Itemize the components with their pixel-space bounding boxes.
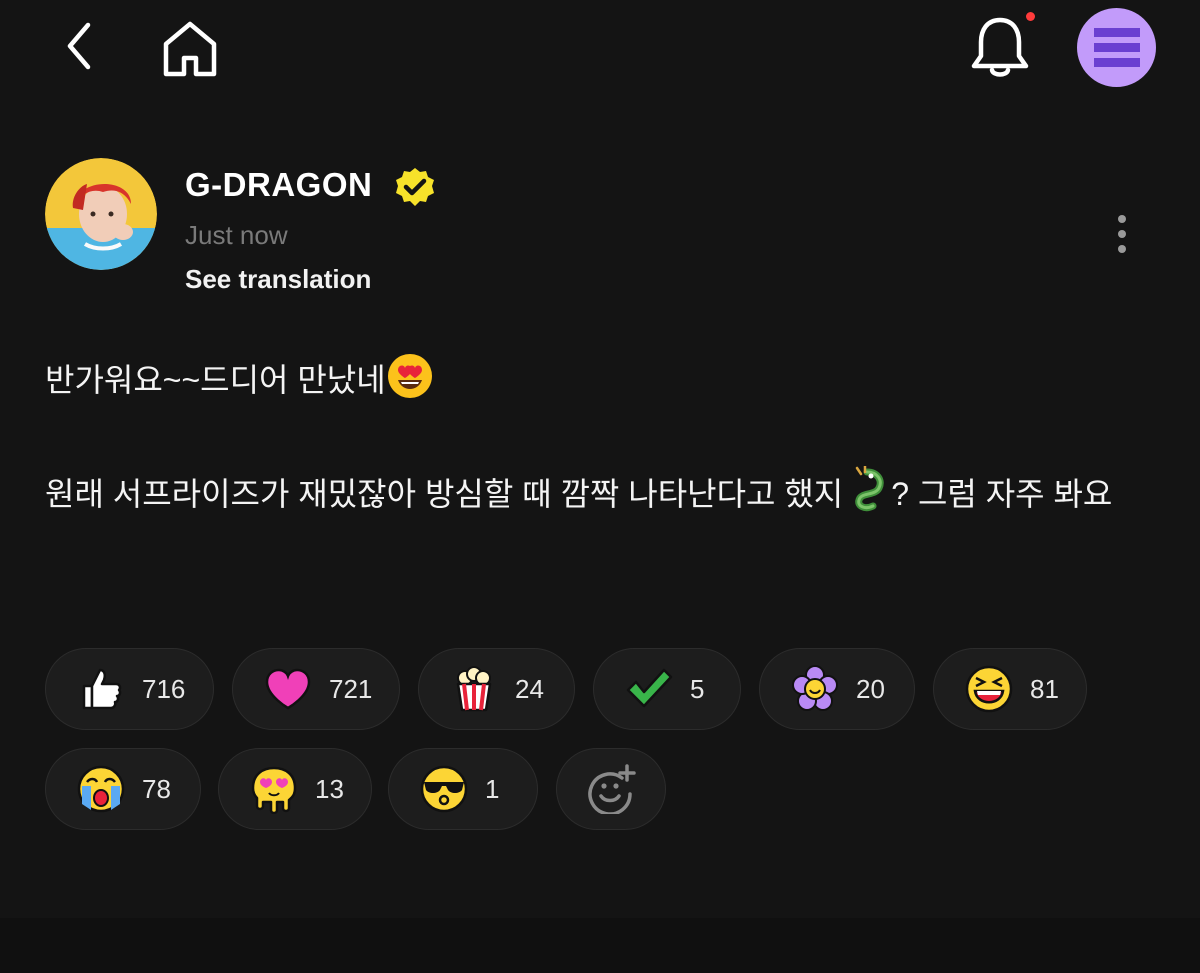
post-text-end: ? 그럼 자주 봐요: [891, 476, 1113, 512]
post-text-line: 반가워요~~드디어 만났네: [45, 352, 1155, 408]
menu-button[interactable]: [1077, 8, 1156, 87]
reaction-count: 24: [515, 673, 544, 704]
reaction-flower[interactable]: 20: [759, 648, 915, 730]
more-options-button[interactable]: [1100, 206, 1144, 262]
verified-badge-icon: [394, 166, 436, 208]
more-dot: [1118, 215, 1126, 223]
reaction-melting[interactable]: 13: [218, 748, 372, 830]
reaction-count: 13: [315, 773, 344, 804]
checkmark-icon: [626, 668, 673, 708]
home-button[interactable]: [154, 14, 226, 82]
add-reaction-icon: [588, 764, 636, 814]
post-text: 반가워요~~드디어 만났네: [45, 362, 386, 398]
reaction-sunglasses[interactable]: 1: [388, 748, 538, 830]
popcorn-icon: [456, 666, 492, 712]
heart-eyes-emoji-icon: [387, 354, 432, 398]
melting-heart-eyes-icon: [251, 766, 297, 814]
reaction-heart[interactable]: 721: [232, 648, 400, 730]
reaction-count: 721: [329, 673, 373, 704]
dragon-emoji-icon: [855, 466, 884, 512]
bottom-bar: [0, 918, 1200, 973]
sunglasses-face-icon: [420, 765, 468, 813]
post-text: 원래 서프라이즈가 재밌잖아 방심할 때 깜짝 나타난다고 했지: [45, 476, 844, 512]
home-icon: [163, 21, 217, 77]
post-text-line: 원래 서프라이즈가 재밌잖아 방심할 때 깜짝 나타난다고 했지 ? 그럼 자주…: [45, 466, 1155, 522]
avatar[interactable]: [45, 158, 157, 270]
notification-dot: [1026, 12, 1035, 21]
more-dot: [1118, 245, 1126, 253]
post-body: 반가워요~~드디어 만났네 원래 서프라이즈가 재밌잖아 방심할 때 깜짝 나타…: [45, 352, 1155, 522]
reaction-thumbs-up[interactable]: 716: [45, 648, 214, 730]
reaction-checkmark[interactable]: 5: [593, 648, 741, 730]
post-header: G-DRAGON Just now See translation: [0, 150, 1200, 310]
notifications-button[interactable]: [960, 12, 1040, 82]
post-timestamp: Just now: [185, 220, 288, 250]
bell-icon: [971, 17, 1029, 77]
reaction-count: 81: [1030, 673, 1059, 704]
author-name[interactable]: G-DRAGON: [185, 166, 372, 204]
reaction-count: 1: [485, 773, 500, 804]
reaction-count: 716: [142, 673, 186, 704]
back-button[interactable]: [50, 18, 106, 74]
reaction-count: 20: [856, 673, 885, 704]
crying-face-icon: [77, 765, 125, 813]
heart-icon: [265, 668, 311, 710]
thumbs-up-icon: [82, 668, 122, 710]
add-reaction-button[interactable]: [556, 748, 666, 830]
top-bar: [0, 0, 1200, 100]
reaction-laughing[interactable]: 81: [933, 648, 1087, 730]
reaction-crying[interactable]: 78: [45, 748, 201, 830]
more-dot: [1118, 230, 1126, 238]
flower-icon: [792, 665, 838, 711]
reaction-count: 5: [690, 673, 705, 704]
laughing-face-icon: [965, 665, 1013, 713]
see-translation-link[interactable]: See translation: [185, 264, 371, 295]
back-icon: [67, 22, 91, 70]
menu-icon: [1093, 27, 1140, 67]
reaction-popcorn[interactable]: 24: [418, 648, 575, 730]
reaction-count: 78: [142, 773, 171, 804]
